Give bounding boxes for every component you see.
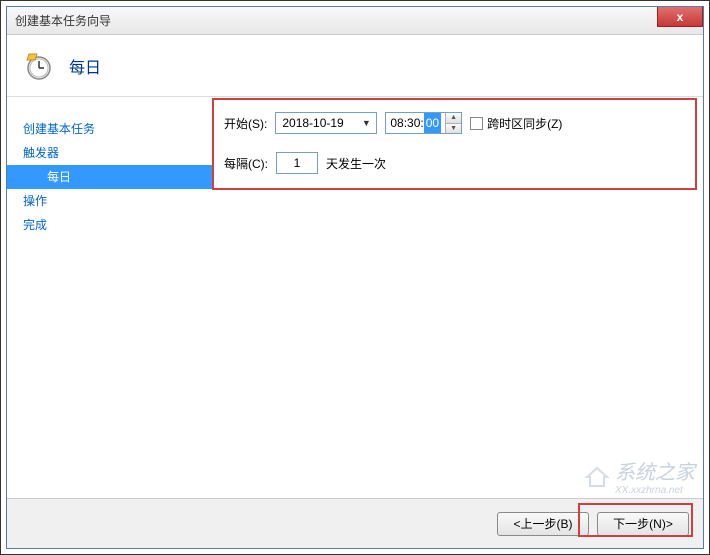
time-prefix: 08:30: bbox=[390, 113, 423, 133]
start-time-spinner[interactable]: 08:30:00 ▲ ▼ bbox=[385, 112, 462, 134]
sidebar-item-create-task[interactable]: 创建基本任务 bbox=[21, 117, 212, 141]
start-date-picker[interactable]: 2018-10-19 ▼ bbox=[275, 112, 377, 134]
sidebar-item-daily[interactable]: 每日 bbox=[7, 165, 212, 189]
recur-label: 每隔(C): bbox=[224, 155, 268, 172]
recur-days-input[interactable]: 1 bbox=[276, 152, 318, 174]
spinner-down-icon[interactable]: ▼ bbox=[446, 124, 461, 134]
sidebar-item-trigger[interactable]: 触发器 bbox=[21, 141, 212, 165]
wizard-header: 每日 bbox=[7, 35, 703, 97]
window-title: 创建基本任务向导 bbox=[15, 12, 111, 29]
back-button[interactable]: <上一步(B) bbox=[497, 512, 589, 536]
wizard-footer: <上一步(B) 下一步(N)> bbox=[7, 498, 703, 548]
clock-icon bbox=[23, 50, 55, 82]
sync-timezone-checkbox[interactable] bbox=[470, 117, 483, 130]
spinner-up-icon[interactable]: ▲ bbox=[446, 113, 461, 124]
wizard-steps-sidebar: 创建基本任务 触发器 每日 操作 完成 bbox=[7, 97, 212, 498]
start-label: 开始(S): bbox=[224, 115, 267, 132]
annotation-highlight-form: 开始(S): 2018-10-19 ▼ 08:30:00 ▲ bbox=[212, 98, 697, 190]
sidebar-item-finish[interactable]: 完成 bbox=[21, 213, 212, 237]
recur-suffix: 天发生一次 bbox=[326, 155, 386, 172]
titlebar: 创建基本任务向导 x bbox=[7, 7, 703, 35]
close-button[interactable]: x bbox=[657, 7, 703, 27]
date-value: 2018-10-19 bbox=[282, 116, 358, 130]
sidebar-item-action[interactable]: 操作 bbox=[21, 189, 212, 213]
time-seconds-selected[interactable]: 00 bbox=[424, 113, 441, 133]
next-button[interactable]: 下一步(N)> bbox=[597, 512, 689, 536]
chevron-down-icon[interactable]: ▼ bbox=[358, 118, 374, 128]
page-title: 每日 bbox=[69, 54, 101, 78]
sync-timezone-label: 跨时区同步(Z) bbox=[487, 115, 562, 132]
